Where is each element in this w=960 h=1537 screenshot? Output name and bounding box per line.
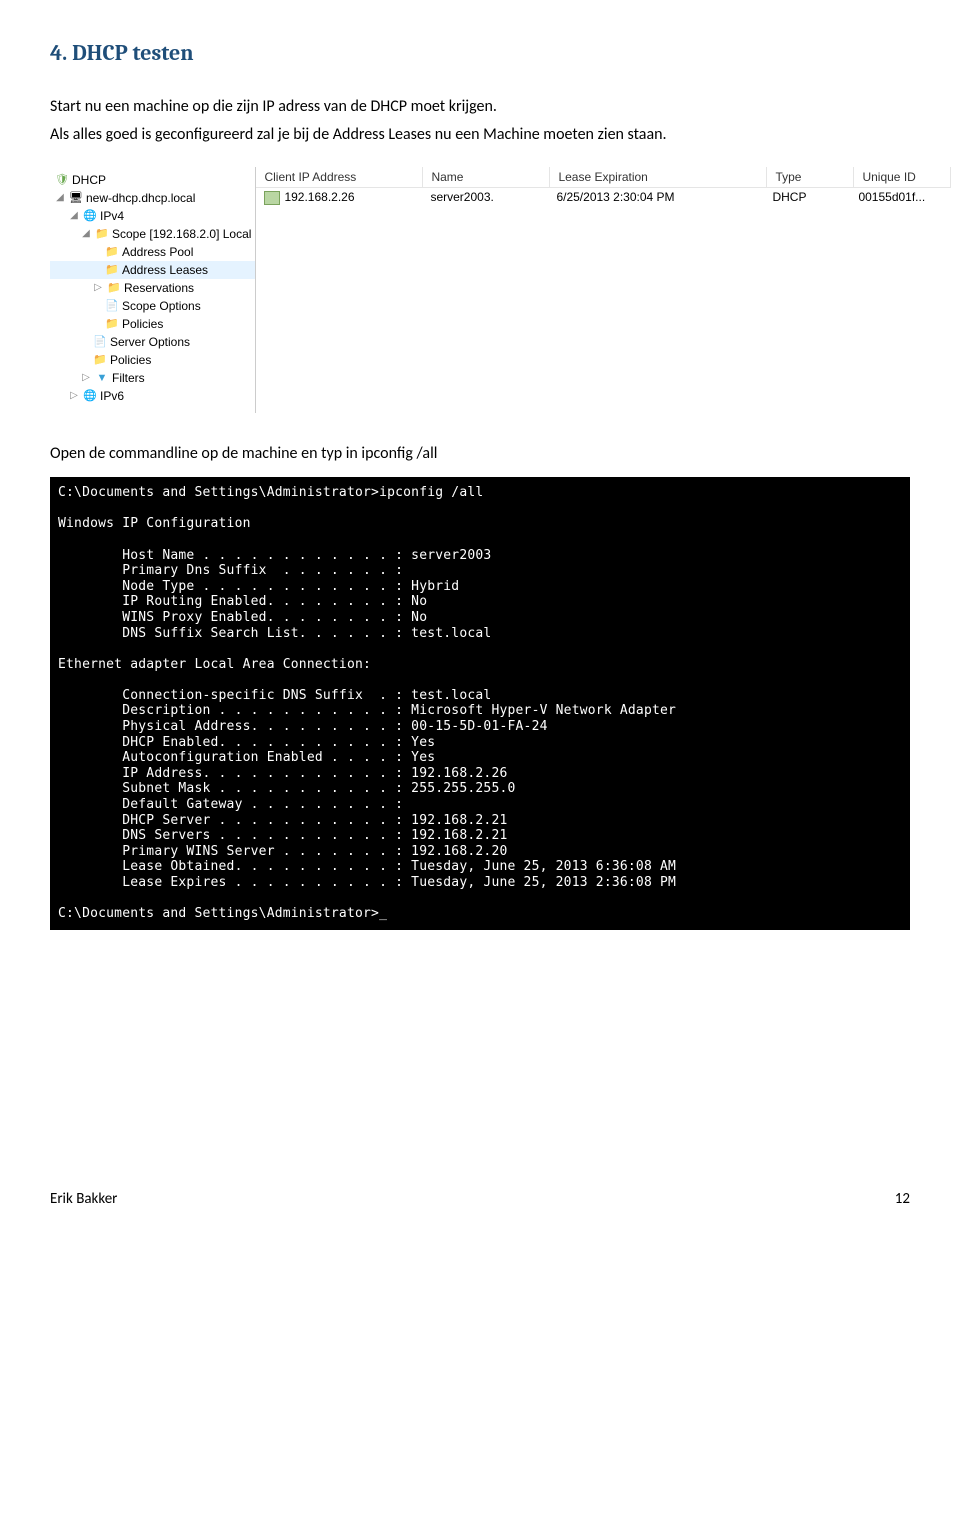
tree-scope-policies: 📁 Policies <box>50 315 255 333</box>
tree-ipv4: ◢ 🌐 IPv4 <box>50 207 255 225</box>
folder-icon: 📁 <box>106 280 122 296</box>
col-type: Type <box>767 167 854 187</box>
tree-server-policies: 📁 Policies <box>50 351 255 369</box>
tree-scope: ◢ 📁 Scope [192.168.2.0] Local <box>50 225 255 243</box>
paragraph-cmd: Open de commandline op de machine en typ… <box>50 443 910 465</box>
options-icon: 📄 <box>92 334 108 350</box>
folder-icon: 📁 <box>104 244 120 260</box>
cell-ip: 192.168.2.26 <box>256 188 422 207</box>
tree-address-leases: 📁 Address Leases <box>50 261 255 279</box>
tree-label: Filters <box>112 371 145 385</box>
tree-label: Server Options <box>110 335 190 349</box>
footer-page-number: 12 <box>895 1190 910 1208</box>
tree-scope-options: 📄 Scope Options <box>50 297 255 315</box>
tree-reservations: ▷ 📁 Reservations <box>50 279 255 297</box>
cell-type: DHCP <box>764 188 850 207</box>
list-pane: Client IP Address Name Lease Expiration … <box>256 167 951 413</box>
footer-author: Erik Bakker <box>50 1190 117 1208</box>
tree-label: IPv4 <box>100 209 124 223</box>
tree-ipv6: ▷ 🌐 IPv6 <box>50 387 255 405</box>
expand-icon: ▷ <box>92 282 104 293</box>
server-icon: 🖥 <box>68 190 84 206</box>
expand-icon: ▷ <box>68 390 80 401</box>
expand-icon: ◢ <box>68 210 80 221</box>
terminal-output: C:\Documents and Settings\Administrator>… <box>50 477 910 930</box>
cell-name: server2003. <box>422 188 548 207</box>
tree-label: Address Leases <box>122 263 208 277</box>
tree-label: Address Pool <box>122 245 193 259</box>
cell-lease: 6/25/2013 2:30:04 PM <box>548 188 764 207</box>
tree-label: Reservations <box>124 281 194 295</box>
tree-server-options: 📄 Server Options <box>50 333 255 351</box>
cell-uid: 00155d01f... <box>850 188 946 207</box>
tree-label: Policies <box>110 353 151 367</box>
col-lease: Lease Expiration <box>550 167 767 187</box>
tree-address-pool: 📁 Address Pool <box>50 243 255 261</box>
paragraph-intro-1: Start nu een machine op die zijn IP adre… <box>50 96 910 118</box>
filter-icon: ▼ <box>94 370 110 386</box>
folder-icon: 📁 <box>92 352 108 368</box>
globe-icon: 🌐 <box>82 388 98 404</box>
nic-icon <box>264 191 280 205</box>
options-icon: 📄 <box>104 298 120 314</box>
expand-icon: ▷ <box>80 372 92 383</box>
tree-root: 🛡 DHCP <box>50 171 255 189</box>
tree-label: IPv6 <box>100 389 124 403</box>
tree-server: ◢ 🖥 new-dhcp.dhcp.local <box>50 189 255 207</box>
folder-icon: 📁 <box>104 316 120 332</box>
expand-icon: ◢ <box>80 228 92 239</box>
tree-label: DHCP <box>72 173 106 187</box>
globe-icon: 🌐 <box>82 208 98 224</box>
tree-pane: 🛡 DHCP ◢ 🖥 new-dhcp.dhcp.local ◢ 🌐 IPv4 … <box>50 167 256 413</box>
list-header: Client IP Address Name Lease Expiration … <box>256 167 951 188</box>
col-client-ip: Client IP Address <box>256 167 423 187</box>
section-heading: 4. DHCP testen <box>50 40 910 66</box>
page-footer: Erik Bakker 12 <box>50 1190 910 1208</box>
shield-icon: 🛡 <box>54 172 70 188</box>
tree-label: Scope [192.168.2.0] Local <box>112 227 251 241</box>
expand-icon: ◢ <box>54 192 66 203</box>
dhcp-mmc-screenshot: 🛡 DHCP ◢ 🖥 new-dhcp.dhcp.local ◢ 🌐 IPv4 … <box>50 167 910 413</box>
tree-filters: ▷ ▼ Filters <box>50 369 255 387</box>
col-name: Name <box>423 167 550 187</box>
tree-label: new-dhcp.dhcp.local <box>86 191 195 205</box>
lease-row: 192.168.2.26 server2003. 6/25/2013 2:30:… <box>256 188 951 207</box>
col-unique-id: Unique ID <box>854 167 951 187</box>
tree-label: Scope Options <box>122 299 201 313</box>
folder-icon: 📁 <box>94 226 110 242</box>
paragraph-intro-2: Als alles goed is geconfigureerd zal je … <box>50 124 910 146</box>
folder-icon: 📁 <box>104 262 120 278</box>
tree-label: Policies <box>122 317 163 331</box>
